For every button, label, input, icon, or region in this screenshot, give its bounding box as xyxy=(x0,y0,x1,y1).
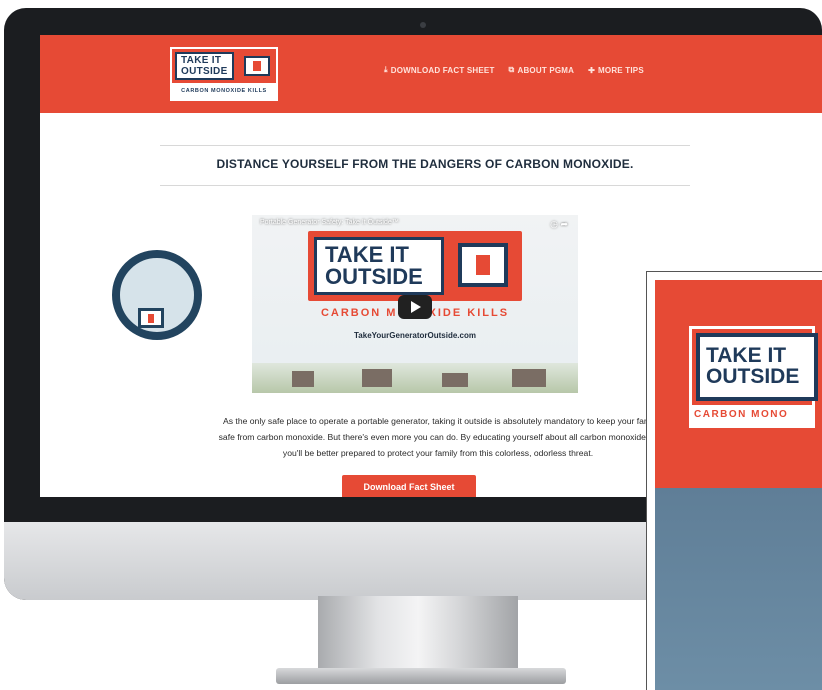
page-headline: DISTANCE YOURSELF FROM THE DANGERS OF CA… xyxy=(216,157,634,171)
mobile-device: TAKE IT OUTSIDE CARBON MONO xyxy=(646,271,822,690)
intro-line: As the only safe place to operate a port… xyxy=(223,416,653,426)
generator-icon xyxy=(138,308,164,328)
camera-dot xyxy=(420,22,426,28)
mobile-hero xyxy=(655,488,822,690)
logo-wordmark: TAKE IT OUTSIDE xyxy=(175,52,234,80)
generator-icon xyxy=(458,243,508,287)
video-logo-line1: TAKE IT xyxy=(325,242,409,267)
video-player[interactable]: Portable Generator Safety: Take It Outsi… xyxy=(252,215,578,393)
neighborhood-illustration xyxy=(252,363,578,393)
divider-bottom xyxy=(160,185,690,186)
mobile-logo[interactable]: TAKE IT OUTSIDE CARBON MONO xyxy=(689,326,818,428)
video-logo: TAKE IT OUTSIDE xyxy=(308,231,522,301)
mobile-logo-line1: TAKE IT xyxy=(706,344,787,367)
site-header: TAKE IT OUTSIDE CARBON MONOXIDE KILLS ⤓ … xyxy=(40,35,822,113)
mobile-logo-tagline: CARBON MONO xyxy=(694,409,789,420)
generator-icon xyxy=(244,56,270,76)
download-fact-sheet-button[interactable]: Download Fact Sheet xyxy=(342,475,476,497)
divider-top xyxy=(160,145,690,146)
nav-label: ABOUT PGMA xyxy=(517,65,575,75)
intro-line: you'll be better prepared to protect you… xyxy=(282,448,594,458)
logo-line2: OUTSIDE xyxy=(181,66,228,77)
video-logo-line2: OUTSIDE xyxy=(325,264,423,289)
intro-line: safe from carbon monoxide. But there's e… xyxy=(218,432,658,442)
site-logo[interactable]: TAKE IT OUTSIDE CARBON MONOXIDE KILLS xyxy=(170,47,278,101)
clock-icon[interactable]: ◷ xyxy=(550,219,558,229)
mobile-logo-line2: OUTSIDE xyxy=(706,365,800,388)
monitor-base xyxy=(276,668,566,684)
share-icon[interactable]: ➦ xyxy=(560,219,568,229)
video-title[interactable]: Portable Generator Safety: Take It Outsi… xyxy=(260,219,399,226)
showcase-stage: TAKE IT OUTSIDE CARBON MONOXIDE KILLS ⤓ … xyxy=(0,0,822,690)
play-icon[interactable] xyxy=(398,295,432,319)
plus-icon: ✚ xyxy=(588,65,596,75)
download-icon: ⤓ xyxy=(384,65,388,74)
nav-label: MORE TIPS xyxy=(598,65,644,75)
logo-line1: TAKE IT xyxy=(181,55,222,66)
nav-label: DOWNLOAD FACT SHEET xyxy=(390,65,495,75)
video-url: TakeYourGeneratorOutside.com xyxy=(354,331,476,340)
intro-paragraph: As the only safe place to operate a port… xyxy=(148,413,728,461)
nav-about-pgma[interactable]: ⧉ ABOUT PGMA xyxy=(509,65,575,75)
logo-tagline: CARBON MONOXIDE KILLS xyxy=(181,88,267,94)
external-link-icon: ⧉ xyxy=(508,65,515,74)
monitor-stand xyxy=(318,596,518,670)
nav-download-fact-sheet[interactable]: ⤓ DOWNLOAD FACT SHEET xyxy=(384,65,495,75)
main-nav: ⤓ DOWNLOAD FACT SHEET ⧉ ABOUT PGMA ✚ MOR… xyxy=(384,65,644,75)
nav-more-tips[interactable]: ✚ MORE TIPS xyxy=(588,65,644,75)
